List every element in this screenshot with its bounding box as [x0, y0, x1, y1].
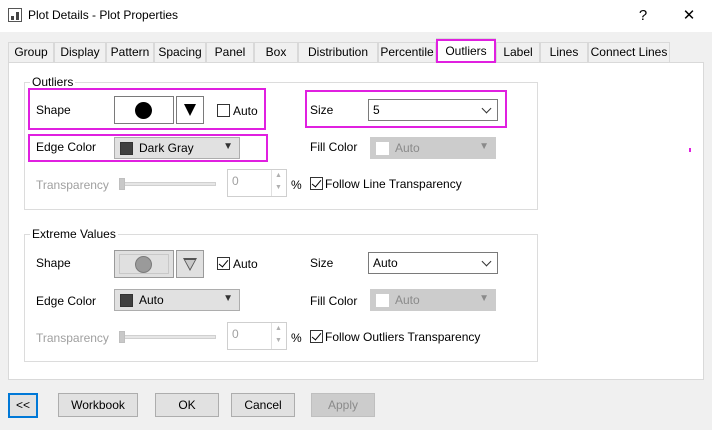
extreme-auto-checkbox[interactable]	[217, 257, 230, 270]
extreme-edge-color-combo[interactable]: Auto ▼	[114, 289, 240, 311]
extreme-follow-checkbox[interactable]	[310, 330, 323, 343]
extreme-size-label: Size	[310, 256, 334, 270]
tab-panel[interactable]: Panel	[206, 42, 254, 62]
fill-color-swatch	[376, 294, 389, 307]
circle-symbol-icon	[135, 102, 152, 119]
title-bar: Plot Details - Plot Properties ? ✕	[0, 0, 712, 32]
triangle-down-icon	[184, 104, 196, 116]
outliers-size-label: Size	[310, 103, 334, 117]
app-icon	[8, 8, 22, 22]
extreme-fill-color-label: Fill Color	[310, 294, 358, 308]
extreme-slider-thumb[interactable]	[119, 331, 125, 343]
dropdown-arrow-icon: ▼	[223, 293, 233, 304]
extreme-fill-color-value: Auto	[395, 293, 420, 307]
apply-button[interactable]: Apply	[311, 393, 375, 417]
edge-color-swatch	[120, 142, 133, 155]
outliers-group-title: Outliers	[30, 75, 76, 89]
marker-dot	[689, 148, 691, 152]
spin-down-icon: ▼	[275, 337, 282, 344]
outliers-shape-label: Shape	[36, 103, 71, 117]
edge-color-swatch	[120, 294, 133, 307]
window-title: Plot Details - Plot Properties	[28, 8, 179, 22]
dropdown-arrow-icon: ▼	[479, 141, 489, 152]
collapse-button[interactable]: <<	[8, 393, 38, 418]
chevron-down-icon	[481, 256, 492, 267]
spin-buttons[interactable]: ▲ ▼	[271, 323, 286, 349]
tab-percentile[interactable]: Percentile	[378, 42, 436, 62]
tab-connect-lines[interactable]: Connect Lines	[588, 42, 670, 62]
outliers-percent-label: %	[291, 178, 302, 192]
spin-down-icon: ▼	[275, 184, 282, 191]
cancel-button[interactable]: Cancel	[231, 393, 295, 417]
extreme-size-combo[interactable]: Auto	[368, 252, 498, 274]
tab-display[interactable]: Display	[54, 42, 106, 62]
outliers-transparency-spin[interactable]: 0 ▲ ▼	[227, 169, 287, 197]
chevron-down-icon	[481, 103, 492, 114]
outliers-auto-label: Auto	[233, 104, 258, 118]
extreme-transparency-value: 0	[232, 327, 239, 341]
outliers-edge-color-value: Dark Gray	[139, 141, 194, 155]
tab-group[interactable]: Group	[8, 42, 54, 62]
ok-button[interactable]: OK	[155, 393, 219, 417]
extreme-shape-label: Shape	[36, 256, 71, 270]
outliers-shape-button[interactable]	[114, 96, 174, 124]
extreme-transparency-spin[interactable]: 0 ▲ ▼	[227, 322, 287, 350]
extreme-group-title: Extreme Values	[30, 227, 118, 241]
outliers-transparency-slider[interactable]	[120, 182, 216, 186]
outliers-size-value: 5	[373, 103, 380, 117]
close-button[interactable]: ✕	[666, 0, 712, 32]
circle-symbol-icon	[135, 256, 152, 273]
extreme-auto-label: Auto	[233, 257, 258, 271]
outliers-fill-color-label: Fill Color	[310, 140, 358, 154]
tab-label[interactable]: Label	[496, 42, 540, 62]
extreme-size-value: Auto	[373, 256, 398, 270]
extreme-edge-color-value: Auto	[139, 293, 164, 307]
outliers-transparency-value: 0	[232, 174, 239, 188]
outliers-edge-color-combo[interactable]: Dark Gray ▼	[114, 137, 240, 159]
tab-box[interactable]: Box	[254, 42, 298, 62]
help-button[interactable]: ?	[620, 0, 666, 32]
workbook-button[interactable]: Workbook	[58, 393, 138, 417]
outliers-slider-thumb[interactable]	[119, 178, 125, 190]
extreme-follow-label: Follow Outliers Transparency	[325, 330, 481, 344]
outliers-fill-color-value: Auto	[395, 141, 420, 155]
dropdown-arrow-icon: ▼	[223, 141, 233, 152]
outliers-shape-dropdown[interactable]	[176, 96, 204, 124]
dropdown-arrow-icon: ▼	[479, 293, 489, 304]
tab-outliers-label: Outliers	[445, 44, 487, 58]
spin-up-icon: ▲	[275, 325, 282, 332]
extreme-fill-color-combo[interactable]: Auto ▼	[370, 289, 496, 311]
extreme-transparency-slider[interactable]	[120, 335, 216, 339]
outliers-transparency-label: Transparency	[36, 178, 109, 192]
extreme-shape-dropdown[interactable]	[176, 250, 204, 278]
tab-distribution[interactable]: Distribution	[298, 42, 378, 62]
outliers-fill-color-combo[interactable]: Auto ▼	[370, 137, 496, 159]
outliers-auto-checkbox[interactable]	[217, 104, 230, 117]
outliers-follow-checkbox[interactable]	[310, 177, 323, 190]
outliers-edge-color-label: Edge Color	[36, 140, 97, 154]
outliers-follow-label: Follow Line Transparency	[325, 177, 462, 191]
extreme-edge-color-label: Edge Color	[36, 294, 97, 308]
tab-lines[interactable]: Lines	[540, 42, 588, 62]
extreme-shape-button[interactable]	[114, 250, 174, 278]
fill-color-swatch	[376, 142, 389, 155]
tab-pattern[interactable]: Pattern	[106, 42, 154, 62]
extreme-percent-label: %	[291, 331, 302, 345]
triangle-down-icon	[183, 258, 197, 271]
tab-spacing[interactable]: Spacing	[154, 42, 206, 62]
tab-outliers[interactable]: Outliers	[436, 38, 496, 63]
outliers-size-combo[interactable]: 5	[368, 99, 498, 121]
extreme-transparency-label: Transparency	[36, 331, 109, 345]
spin-up-icon: ▲	[275, 172, 282, 179]
spin-buttons[interactable]: ▲ ▼	[271, 170, 286, 196]
